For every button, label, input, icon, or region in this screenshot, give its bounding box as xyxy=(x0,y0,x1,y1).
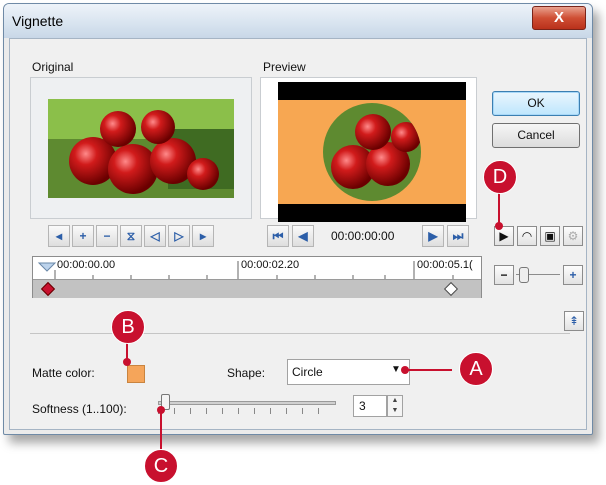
move-right-icon[interactable]: ▸ xyxy=(192,225,214,247)
zoom-in-button[interactable]: + xyxy=(563,265,583,285)
callout-a: A xyxy=(459,352,493,386)
loop-icon[interactable]: ◠ xyxy=(517,226,537,246)
softness-slider-ticks xyxy=(158,408,334,414)
shape-dropdown[interactable]: Circle ▼ xyxy=(287,359,410,385)
chevron-down-icon: ▼ xyxy=(391,364,401,375)
shape-label: Shape: xyxy=(227,366,266,380)
go-to-end-icon[interactable]: ⏭ xyxy=(447,225,469,247)
callout-c-pointer xyxy=(157,406,165,414)
matte-color-label: Matte color: xyxy=(32,366,95,380)
preview-image xyxy=(278,82,466,222)
shape-value: Circle xyxy=(292,365,323,379)
reset-icon[interactable]: ⧖ xyxy=(120,225,142,247)
callout-a-line xyxy=(404,369,452,371)
original-panel xyxy=(30,77,252,219)
keyframe-end-icon[interactable] xyxy=(443,281,459,297)
ok-button[interactable]: OK xyxy=(492,91,580,116)
cancel-button[interactable]: Cancel xyxy=(492,123,580,148)
playhead-icon xyxy=(37,262,57,272)
previous-keyframe-icon[interactable]: ◁ xyxy=(144,225,166,247)
callout-d: D xyxy=(483,160,517,194)
collapse-icon[interactable]: ⇞ xyxy=(564,311,584,331)
callout-c: C xyxy=(144,449,178,483)
matte-color-swatch[interactable] xyxy=(127,365,145,383)
softness-slider-track[interactable] xyxy=(158,401,336,405)
callout-b: B xyxy=(111,310,145,344)
callout-a-pointer xyxy=(401,366,409,374)
close-button[interactable]: X xyxy=(532,6,586,30)
original-image xyxy=(48,99,234,198)
keyframe-track[interactable] xyxy=(33,279,481,298)
preview-label: Preview xyxy=(263,60,306,74)
keyframe-start-icon[interactable] xyxy=(40,281,56,297)
go-to-start-icon[interactable]: ⏮ xyxy=(267,225,289,247)
remove-keyframe-icon[interactable]: − xyxy=(96,225,118,247)
preview-window-icon[interactable]: ▣ xyxy=(540,226,560,246)
zoom-out-button[interactable]: − xyxy=(494,265,514,285)
callout-b-pointer xyxy=(123,358,131,366)
title-bar[interactable]: Vignette X xyxy=(4,4,592,38)
divider xyxy=(30,333,570,334)
disabled-settings-icon: ⚙ xyxy=(563,226,583,246)
zoom-slider-thumb[interactable] xyxy=(519,267,529,283)
preview-timecode: 00:00:00:00 xyxy=(331,229,395,243)
window-title: Vignette xyxy=(12,13,64,29)
original-label: Original xyxy=(32,60,74,74)
timeline[interactable]: 00:00:00.00 00:00:02.20 00:00:05.1( xyxy=(32,256,482,298)
softness-value: 3 xyxy=(359,399,366,413)
softness-label: Softness (1..100): xyxy=(32,402,127,416)
softness-input[interactable]: 3 xyxy=(353,395,387,417)
callout-d-pointer xyxy=(495,222,503,230)
next-keyframe-icon[interactable]: ▷ xyxy=(168,225,190,247)
preview-panel xyxy=(260,77,477,222)
callout-c-line xyxy=(160,410,162,450)
step-forward-icon[interactable]: ▶ xyxy=(422,225,444,247)
dialog-client-area: Original ◂ + − ⧖ ◁ ▷ ▸ Preview ⏮ ◀ 00:00… xyxy=(9,38,587,430)
vignette-dialog: Vignette X Original ◂ + − ⧖ ◁ ▷ ▸ Previe… xyxy=(3,3,593,435)
move-left-icon[interactable]: ◂ xyxy=(48,225,70,247)
add-keyframe-icon[interactable]: + xyxy=(72,225,94,247)
softness-spinner[interactable]: ▲ ▼ xyxy=(387,395,403,417)
step-back-icon[interactable]: ◀ xyxy=(292,225,314,247)
timeline-ruler: 00:00:00.00 00:00:02.20 00:00:05.1( xyxy=(33,257,481,279)
